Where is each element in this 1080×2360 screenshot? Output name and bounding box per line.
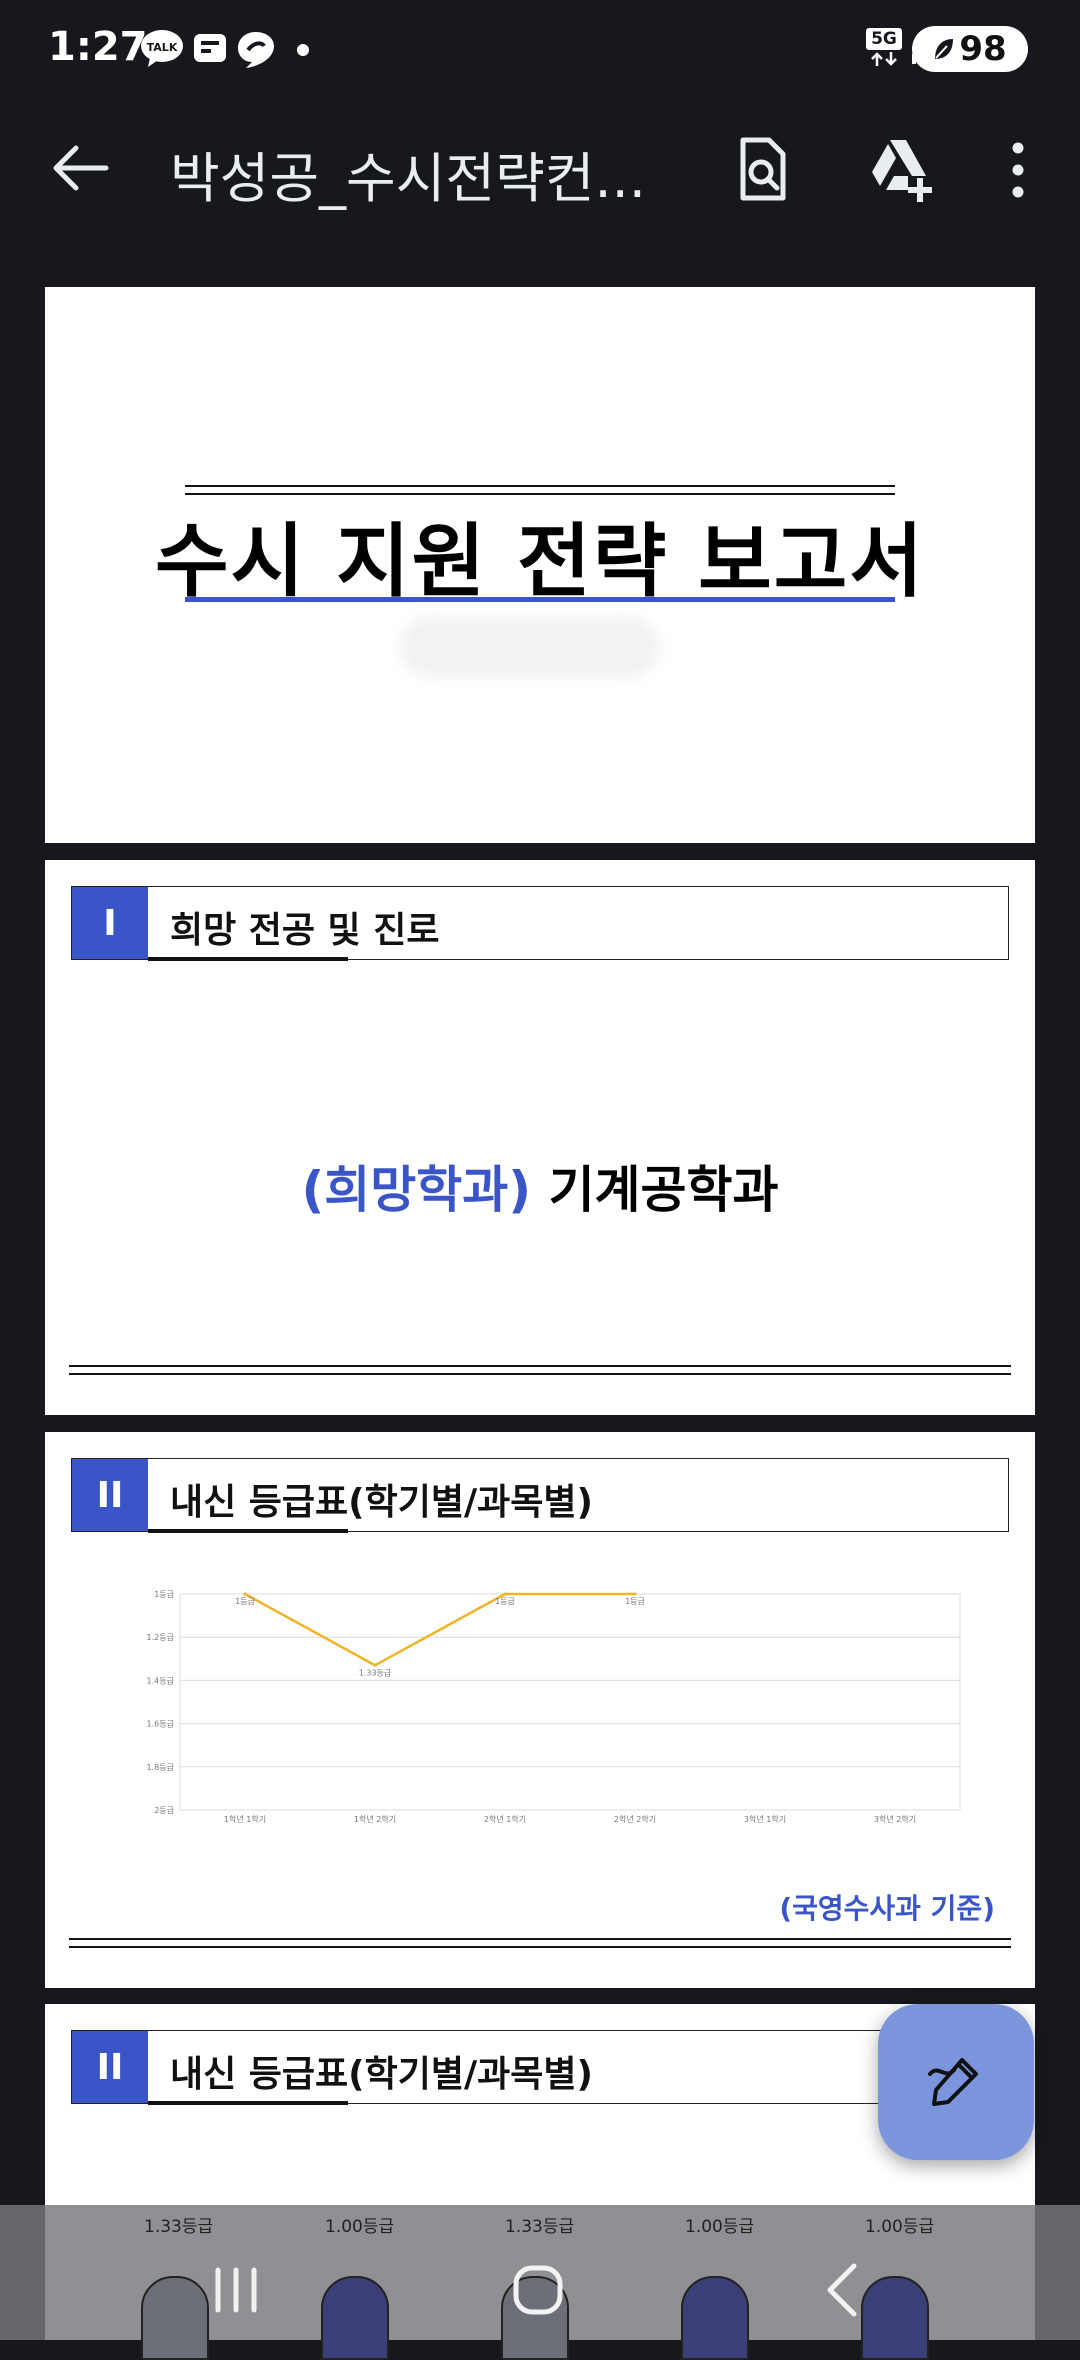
edit-fab[interactable] [878,2004,1034,2160]
network-indicator: 5G [866,28,902,70]
back-arrow-icon[interactable] [44,132,116,204]
chart-data-point [373,1663,377,1667]
document-search-icon[interactable] [725,132,801,208]
battery-level: 98 [959,29,1007,69]
chart-series-line [244,1592,635,1667]
section-number: I [72,887,148,959]
page-bottom-rule [69,1938,1011,1948]
major-label: (희망학과) [301,1161,532,1219]
cover-bottom-rule [185,597,895,602]
grade-bar [681,2276,749,2360]
recents-icon[interactable] [196,2250,276,2330]
talk-icon: TALK [141,30,183,67]
section-header: I 희망 전공 및 진로 [71,886,1009,961]
blurred-author [400,617,660,677]
bar-value-label: 1.33등급 [144,2217,214,2237]
page-section-2: II 내신 등급표(학기별/과목별) 1등급 1.2등급 1.4등급 1.6등급 1.8… [45,1432,1035,1988]
section-underline [148,2101,348,2105]
chart-x-tick-label: 3학년 2학기 [874,1814,916,1824]
chart-data-label: 1등급 [625,1597,645,1606]
more-vert-icon[interactable] [980,132,1056,208]
chart-x-tick-label: 3학년 1학기 [744,1814,786,1824]
chart-y-tick-label: 1.4등급 [147,1676,174,1685]
chart-y-tick-label: 1.8등급 [147,1763,174,1772]
battery-indicator: 98 [912,26,1028,72]
chart-data-point [633,1592,637,1596]
chart-x-tick-label: 2학년 1학기 [484,1814,526,1824]
chart-y-tick-label: 1등급 [154,1590,174,1599]
bar-value-label: 1.00등급 [865,2217,935,2237]
drive-add-icon[interactable] [862,132,938,208]
section-title: 내신 등급표(학기별/과목별) [170,2054,593,2095]
cover-top-rule [185,485,895,495]
home-icon[interactable] [498,2250,578,2330]
chart-x-tick-label: 1학년 2학기 [354,1814,396,1824]
section-underline [148,1529,348,1533]
major-value: 기계공학과 [548,1161,779,1219]
bar-value-label: 1.00등급 [325,2217,395,2237]
grade-bar [321,2276,389,2360]
chart-y-tick-label: 1.6등급 [147,1720,174,1729]
basis-note: (국영수사과 기준) [779,1892,995,1925]
chart-data-label: 1등급 [495,1597,515,1606]
section-header: II 내신 등급표(학기별/과목별) [71,2030,1009,2105]
chart-data-point [243,1592,247,1596]
chart-y-tick-label: 1.2등급 [147,1633,174,1642]
news-icon [194,34,226,62]
bar-value-label: 1.00등급 [685,2217,755,2237]
document-title: 박성공_수시전략컨... [170,147,646,210]
section-header: II 내신 등급표(학기별/과목별) [71,1458,1009,1533]
desired-major: (희망학과) 기계공학과 [45,1150,1035,1222]
svg-text:TALK: TALK [147,41,178,54]
section-title: 내신 등급표(학기별/과목별) [170,1482,593,1523]
section-number: II [72,1459,148,1531]
section-title: 희망 전공 및 진로 [170,910,440,951]
chart-plot-frame [179,1593,961,1811]
cover-title: 수시 지원 전략 보고서 [155,515,925,608]
grade-line-chart: 1등급 1.2등급 1.4등급 1.6등급 1.8등급 2등급 1학년 1학기 1학년 2학기… [147,1590,961,1824]
data-arrows-icon [871,52,897,66]
chart-x-tick-label: 1학년 1학기 [224,1814,266,1824]
app-bar: 박성공_수시전략컨... [0,110,1080,220]
dot-icon [297,44,309,56]
chart-data-label: 1등급 [235,1597,255,1606]
back-icon[interactable] [802,2250,882,2330]
chart-data-label: 1.33등급 [359,1668,392,1677]
chart-y-tick-label: 2등급 [154,1806,174,1815]
status-time: 1:27 [48,24,148,70]
edit-pen-icon [928,2058,978,2106]
chart-x-tick-label: 2학년 2학기 [614,1814,656,1824]
page-section-1: I 희망 전공 및 진로 (희망학과) 기계공학과 [45,860,1035,1415]
section-number: II [72,2031,148,2103]
bar-value-label: 1.33등급 [505,2217,575,2237]
page-bottom-rule [69,1365,1011,1375]
network-type: 5G [866,28,902,50]
chart-data-point [503,1592,507,1596]
thread-icon [238,32,274,68]
page-cover: 수시 지원 전략 보고서 [45,287,1035,843]
status-bar: 1:27 TALK 5G 98 [0,0,1080,100]
section-underline [148,957,348,961]
leaf-icon [935,39,954,59]
